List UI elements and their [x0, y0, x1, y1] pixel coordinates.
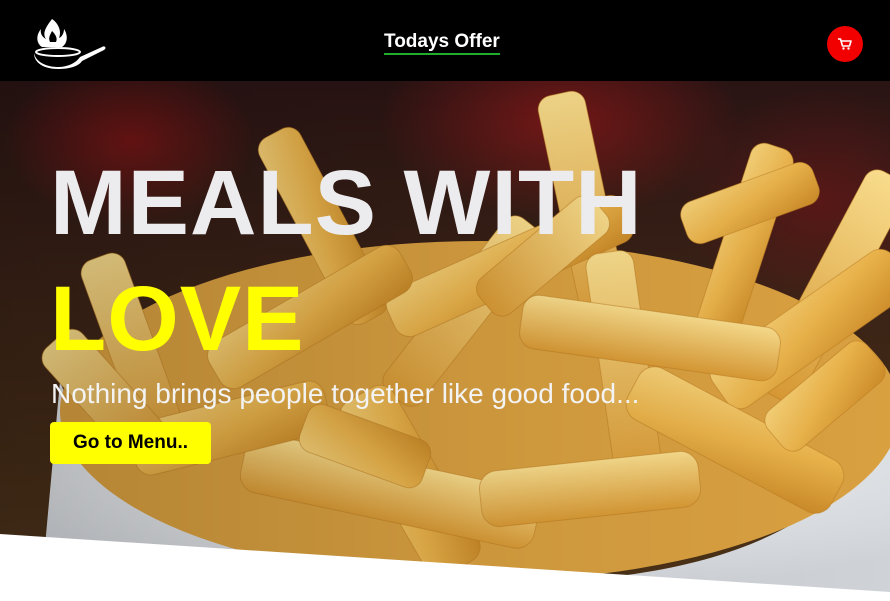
nav-link-todays-offer[interactable]: Todays Offer [384, 32, 500, 55]
hero-headline-line2: LOVE [50, 268, 305, 370]
hero-headline-line1: MEALS WITH [50, 152, 643, 254]
chef-pan-flame-icon[interactable] [32, 17, 108, 69]
navbar: Todays Offer [0, 0, 890, 81]
cart-button[interactable] [827, 26, 863, 62]
hero-bottom-divider [0, 534, 890, 601]
page: Todays Offer MEALS WITH LOVE Nothing bri… [0, 0, 890, 601]
hero-tagline: Nothing brings people together like good… [51, 378, 640, 409]
cart-icon [838, 38, 852, 50]
go-to-menu-button[interactable]: Go to Menu.. [50, 422, 211, 464]
